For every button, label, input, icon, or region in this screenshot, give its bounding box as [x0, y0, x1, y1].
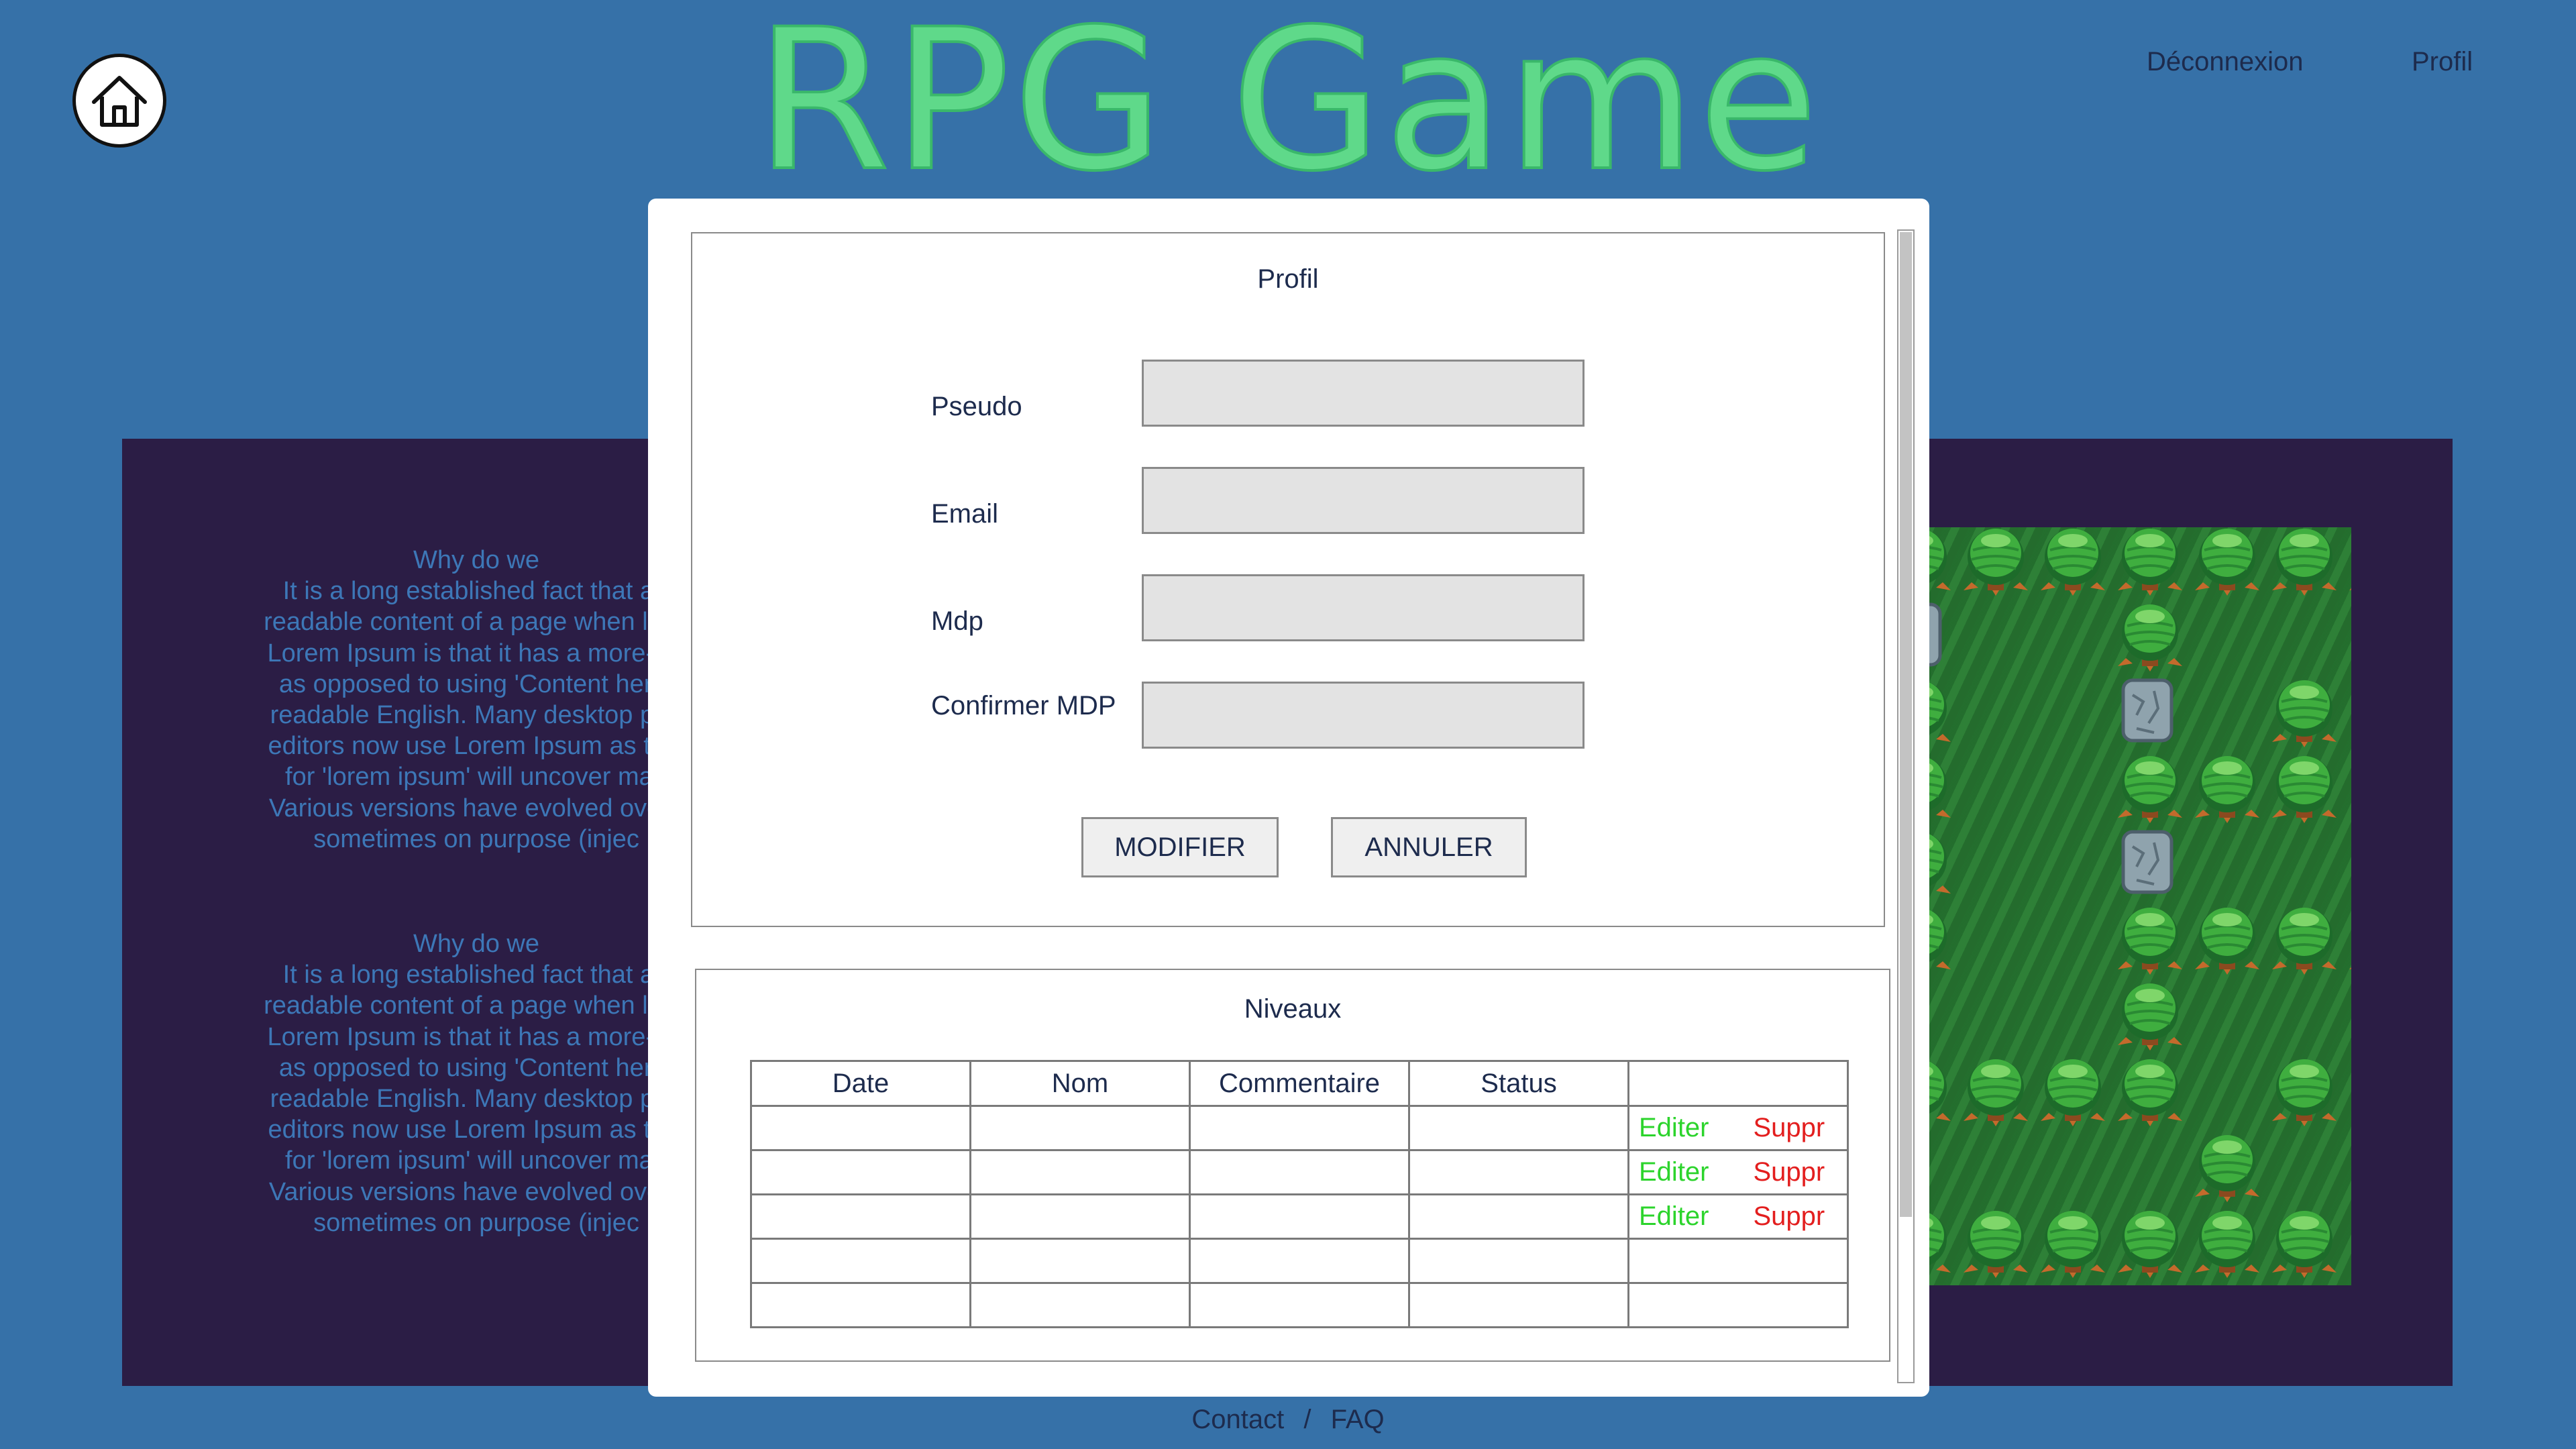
table-row	[750, 1282, 1849, 1328]
cell-commentaire	[1189, 1105, 1410, 1151]
edit-level-link[interactable]: Editer	[1639, 1113, 1709, 1142]
footer-separator: /	[1303, 1405, 1311, 1434]
levels-section: Niveaux Date Nom Commentaire Status Edit…	[695, 969, 1890, 1362]
column-header-status: Status	[1408, 1060, 1629, 1107]
cell-status	[1408, 1105, 1629, 1151]
scrollbar-thumb[interactable]	[1900, 232, 1912, 1217]
modify-button[interactable]: MODIFIER	[1081, 817, 1279, 877]
map-tree	[2116, 1058, 2184, 1128]
map-tree	[2271, 755, 2338, 824]
map-tree	[2116, 1210, 2184, 1279]
page-title: RPG Game	[754, 0, 1821, 214]
table-row: Editer Suppr	[750, 1149, 1849, 1195]
map-rock	[2123, 832, 2171, 892]
modal-scrollbar[interactable]	[1897, 229, 1915, 1383]
profile-modal: Profil Pseudo Email Mdp Confirmer MDP MO…	[648, 199, 1929, 1397]
password-label: Mdp	[931, 606, 983, 636]
map-tree	[1962, 1058, 2029, 1128]
map-tree	[2194, 755, 2261, 824]
cell-date	[750, 1282, 971, 1328]
cell-status	[1408, 1282, 1629, 1328]
map-tree	[2271, 679, 2338, 749]
edit-level-link[interactable]: Editer	[1639, 1201, 1709, 1231]
cell-actions: Editer Suppr	[1627, 1193, 1849, 1240]
cell-commentaire	[1189, 1193, 1410, 1240]
logout-link[interactable]: Déconnexion	[2147, 47, 2304, 77]
cell-date	[750, 1238, 971, 1284]
cell-date	[750, 1105, 971, 1151]
cell-status	[1408, 1193, 1629, 1240]
map-tree	[2348, 906, 2351, 976]
cell-actions: Editer Suppr	[1627, 1149, 1849, 1195]
delete-level-link[interactable]: Suppr	[1754, 1201, 1825, 1231]
cell-actions	[1627, 1238, 1849, 1284]
delete-level-link[interactable]: Suppr	[1754, 1157, 1825, 1187]
profile-section: Profil Pseudo Email Mdp Confirmer MDP MO…	[691, 232, 1885, 927]
map-tree	[1962, 527, 2029, 597]
levels-section-title: Niveaux	[1244, 994, 1342, 1024]
table-row	[750, 1238, 1849, 1284]
table-row: Editer Suppr	[750, 1193, 1849, 1240]
map-tree	[2271, 1210, 2338, 1279]
cell-commentaire	[1189, 1238, 1410, 1284]
cell-date	[750, 1149, 971, 1195]
column-header-date: Date	[750, 1060, 971, 1107]
cell-nom	[969, 1149, 1191, 1195]
map-tree	[2116, 603, 2184, 673]
cell-actions: Editer Suppr	[1627, 1105, 1849, 1151]
profile-section-title: Profil	[1257, 264, 1319, 294]
cell-nom	[969, 1282, 1191, 1328]
map-tree	[2039, 527, 2106, 597]
map-tree	[2116, 982, 2184, 1052]
cell-status	[1408, 1149, 1629, 1195]
delete-level-link[interactable]: Suppr	[1754, 1113, 1825, 1142]
email-label: Email	[931, 499, 999, 529]
contact-link[interactable]: Contact	[1191, 1405, 1284, 1434]
map-tree	[2194, 527, 2261, 597]
cell-nom	[969, 1238, 1191, 1284]
map-tree	[2271, 1058, 2338, 1128]
map-tree	[2116, 527, 2184, 597]
confirm-password-input[interactable]	[1142, 682, 1585, 749]
column-header-commentaire: Commentaire	[1189, 1060, 1410, 1107]
cancel-button[interactable]: ANNULER	[1331, 817, 1527, 877]
pseudo-input[interactable]	[1142, 360, 1585, 427]
table-header-row: Date Nom Commentaire Status	[750, 1060, 1849, 1107]
map-tree	[2039, 1210, 2106, 1279]
edit-level-link[interactable]: Editer	[1639, 1157, 1709, 1187]
confirm-password-label: Confirmer MDP	[931, 691, 1116, 720]
footer: Contact / FAQ	[0, 1405, 2576, 1435]
cell-actions	[1627, 1282, 1849, 1328]
map-tree	[2039, 1058, 2106, 1128]
column-header-actions	[1627, 1060, 1849, 1107]
table-row: Editer Suppr	[750, 1105, 1849, 1151]
cell-status	[1408, 1238, 1629, 1284]
map-tree	[2348, 527, 2351, 597]
map-tree	[2116, 755, 2184, 824]
profile-link[interactable]: Profil	[2412, 47, 2473, 77]
column-header-nom: Nom	[969, 1060, 1191, 1107]
map-tree	[1962, 1210, 2029, 1279]
email-input[interactable]	[1142, 467, 1585, 534]
cell-nom	[969, 1105, 1191, 1151]
map-rock	[2123, 680, 2171, 741]
map-tree	[2271, 527, 2338, 597]
map-tree	[2271, 906, 2338, 976]
faq-link[interactable]: FAQ	[1331, 1405, 1385, 1434]
password-input[interactable]	[1142, 574, 1585, 641]
map-tree	[2194, 1134, 2261, 1203]
cell-commentaire	[1189, 1149, 1410, 1195]
map-tree	[2116, 906, 2184, 976]
map-tree	[2194, 906, 2261, 976]
cell-commentaire	[1189, 1282, 1410, 1328]
map-tree	[2194, 1210, 2261, 1279]
cell-nom	[969, 1193, 1191, 1240]
levels-table: Date Nom Commentaire Status Editer Suppr E…	[750, 1060, 1849, 1328]
pseudo-label: Pseudo	[931, 392, 1022, 421]
game-map-preview	[1919, 527, 2351, 1285]
cell-date	[750, 1193, 971, 1240]
